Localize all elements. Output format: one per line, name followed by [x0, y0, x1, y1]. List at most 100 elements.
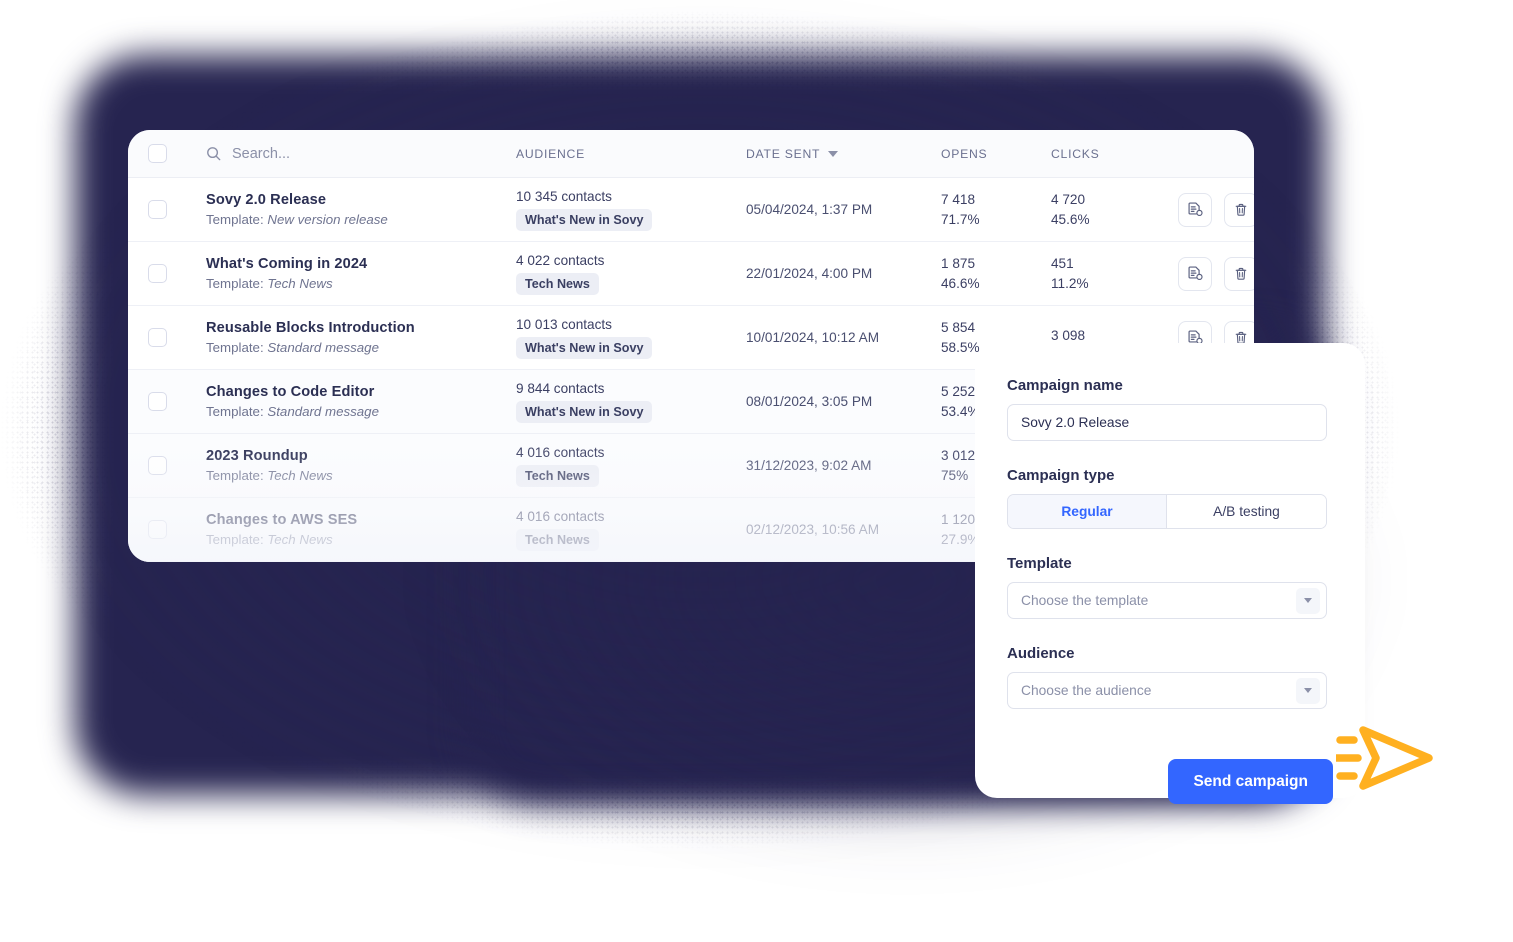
campaign-name-value: Sovy 2.0 Release [1021, 415, 1130, 430]
date-sent: 08/01/2024, 3:05 PM [746, 393, 873, 409]
audience-tag: Tech News [516, 528, 599, 551]
template-prefix: Template: [206, 276, 264, 291]
campaign-type-option-regular[interactable]: Regular [1008, 495, 1167, 528]
delete-button[interactable] [1224, 192, 1254, 227]
date-cell: 31/12/2023, 9:02 AM [746, 457, 941, 475]
row-checkbox[interactable] [148, 392, 167, 411]
template-prefix: Template: [206, 468, 264, 483]
search-icon [206, 146, 221, 161]
column-header-opens[interactable]: OPENS [941, 147, 1051, 161]
row-select-cell [148, 328, 206, 347]
clicks-count: 451 [1051, 256, 1074, 271]
search-cell: Search... [206, 146, 516, 162]
row-select-cell [148, 456, 206, 475]
opens-cell: 1 875 46.6% [941, 256, 1051, 291]
campaign-name: Changes to AWS SES [206, 512, 358, 528]
opens-percent: 71.7% [941, 212, 980, 227]
audience-tag: Tech News [516, 464, 599, 487]
row-checkbox[interactable] [148, 520, 167, 539]
report-button[interactable] [1178, 192, 1212, 227]
screenshot-root: Search... AUDIENCE DATE SENT OPENS CLICK… [0, 0, 1513, 942]
table-header-row: Search... AUDIENCE DATE SENT OPENS CLICK… [128, 130, 1254, 178]
row-select-cell [148, 520, 206, 539]
row-checkbox[interactable] [148, 264, 167, 283]
audience-cell: 9 844 contacts What's New in Sovy [516, 381, 746, 423]
template-select[interactable]: Choose the template [1007, 582, 1327, 619]
audience-count: 4 016 contacts [516, 444, 605, 460]
modal-footer: Send campaign [1007, 759, 1333, 804]
audience-cell: 10 345 contacts What's New in Sovy [516, 189, 746, 231]
campaign-cell: Reusable Blocks Introduction Template: St… [206, 320, 516, 355]
column-header-clicks-label: CLICKS [1051, 146, 1100, 161]
opens-percent: 46.6% [941, 276, 980, 291]
caret-down-icon [828, 150, 839, 157]
select-all-checkbox[interactable] [148, 144, 167, 163]
date-cell: 22/01/2024, 4:00 PM [746, 265, 941, 283]
audience-tag: What's New in Sovy [516, 400, 653, 423]
audience-count: 10 013 contacts [516, 316, 612, 332]
delete-button[interactable] [1224, 256, 1254, 291]
campaign-name-field[interactable]: Sovy 2.0 Release [1007, 404, 1327, 441]
table-row[interactable]: What's Coming in 2024 Template: Tech News… [128, 242, 1254, 306]
row-select-cell [148, 200, 206, 219]
campaign-type-option-regular-label: Regular [1061, 504, 1113, 519]
select-all-cell [148, 144, 206, 163]
audience-label: Audience [1007, 645, 1075, 662]
search-input[interactable]: Search... [206, 146, 516, 162]
report-button[interactable] [1178, 256, 1212, 291]
opens-cell: 7 418 71.7% [941, 192, 1051, 227]
audience-count: 4 016 contacts [516, 508, 605, 524]
audience-select[interactable]: Choose the audience [1007, 672, 1327, 709]
column-header-audience[interactable]: AUDIENCE [516, 147, 746, 161]
date-cell: 08/01/2024, 3:05 PM [746, 393, 941, 411]
clicks-count: 4 720 [1051, 192, 1086, 207]
send-campaign-button[interactable]: Send campaign [1168, 759, 1333, 804]
campaign-name: What's Coming in 2024 [206, 256, 368, 272]
row-checkbox[interactable] [148, 200, 167, 219]
campaign-cell: Changes to AWS SES Template: Tech News [206, 512, 516, 547]
campaign-type-segmented-control: Regular A/B testing [1007, 494, 1327, 529]
table-row[interactable]: Sovy 2.0 Release Template: New version re… [128, 178, 1254, 242]
clicks-percent: 11.2% [1051, 276, 1089, 291]
date-sent: 05/04/2024, 1:37 PM [746, 201, 873, 217]
template-name: Tech News [267, 468, 333, 483]
audience-tag: What's New in Sovy [516, 208, 653, 231]
campaign-cell: Changes to Code Editor Template: Standard… [206, 384, 516, 419]
row-actions-cell [1166, 256, 1254, 291]
campaign-type-option-ab-testing-label: A/B testing [1213, 504, 1280, 519]
date-cell: 05/04/2024, 1:37 PM [746, 201, 941, 219]
campaign-name: Changes to Code Editor [206, 384, 375, 400]
audience-tag: What's New in Sovy [516, 336, 653, 359]
campaign-name: Sovy 2.0 Release [206, 192, 327, 208]
template-select-caret[interactable] [1296, 587, 1320, 614]
column-header-clicks[interactable]: CLICKS [1051, 147, 1166, 161]
new-campaign-modal: Campaign name Sovy 2.0 Release Campaign … [975, 343, 1365, 804]
campaign-template: Template: Tech News [206, 276, 516, 291]
template-select-placeholder: Choose the template [1021, 593, 1149, 608]
date-sent: 31/12/2023, 9:02 AM [746, 457, 872, 473]
campaign-name: Reusable Blocks Introduction [206, 320, 415, 336]
template-name: Standard message [267, 340, 379, 355]
campaign-type-option-ab-testing[interactable]: A/B testing [1167, 495, 1326, 528]
column-header-date-sent[interactable]: DATE SENT [746, 147, 941, 161]
campaign-name-label: Campaign name [1007, 377, 1123, 394]
opens-count: 7 418 [941, 192, 976, 207]
row-checkbox[interactable] [148, 456, 167, 475]
row-checkbox[interactable] [148, 328, 167, 347]
date-sent: 02/12/2023, 10:56 AM [746, 521, 880, 537]
row-select-cell [148, 264, 206, 283]
campaign-cell: 2023 Roundup Template: Tech News [206, 448, 516, 483]
date-cell: 10/01/2024, 10:12 AM [746, 329, 941, 347]
audience-cell: 4 022 contacts Tech News [516, 253, 746, 295]
audience-count: 4 022 contacts [516, 252, 605, 268]
clicks-cell: 4 720 45.6% [1051, 192, 1166, 227]
audience-cell: 10 013 contacts What's New in Sovy [516, 317, 746, 359]
audience-count: 10 345 contacts [516, 188, 612, 204]
chevron-down-icon [1304, 688, 1312, 693]
date-cell: 02/12/2023, 10:56 AM [746, 521, 941, 539]
audience-select-caret[interactable] [1296, 677, 1320, 704]
column-header-date-sent-label: DATE SENT [746, 146, 821, 161]
clicks-percent: 45.6% [1051, 212, 1090, 227]
search-placeholder: Search... [232, 145, 291, 162]
template-name: New version release [267, 212, 388, 227]
